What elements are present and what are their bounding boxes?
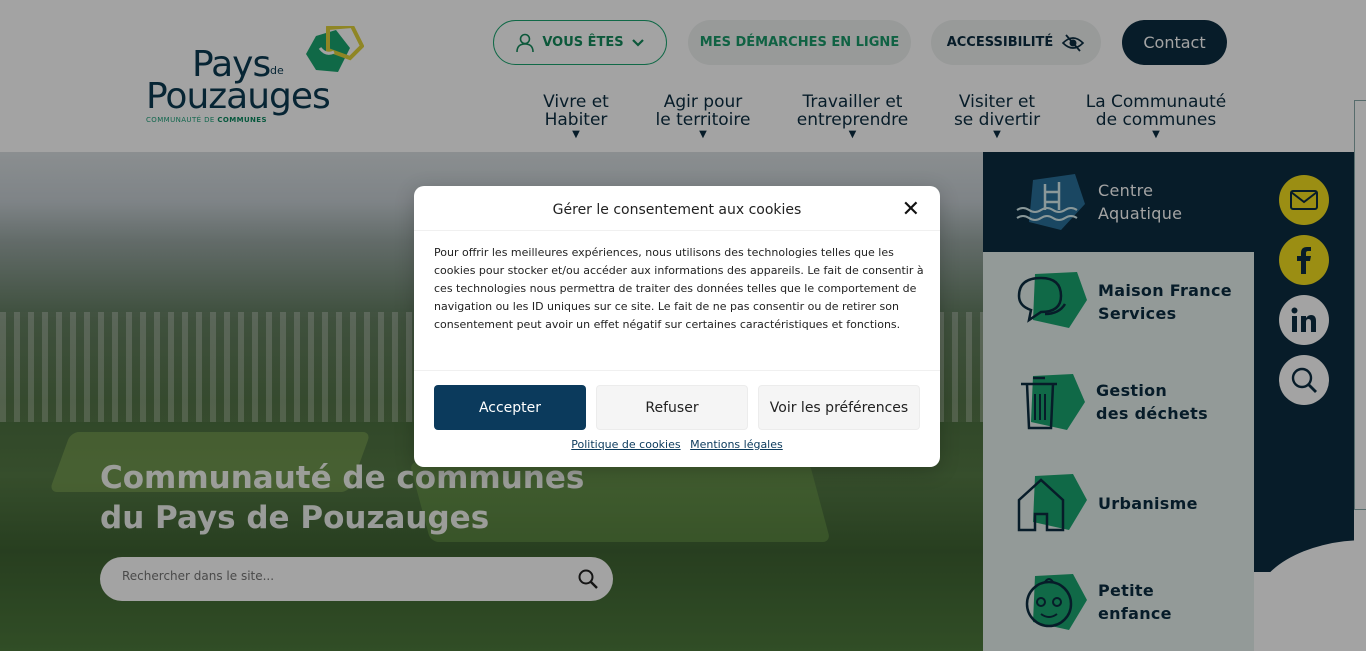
cookie-policy-link[interactable]: Politique de cookies bbox=[571, 438, 680, 451]
preferences-button[interactable]: Voir les préférences bbox=[758, 385, 920, 430]
close-icon[interactable]: ✕ bbox=[902, 199, 920, 221]
refuse-button[interactable]: Refuser bbox=[596, 385, 748, 430]
legal-notice-link[interactable]: Mentions légales bbox=[690, 438, 783, 451]
dialog-title: Gérer le consentement aux cookies bbox=[552, 202, 802, 218]
cookie-consent-dialog: Gérer le consentement aux cookies ✕ Pour… bbox=[414, 186, 940, 467]
divider bbox=[414, 370, 940, 371]
dialog-body-text: Pour offrir les meilleures expériences, … bbox=[434, 246, 924, 331]
accept-button[interactable]: Accepter bbox=[434, 385, 586, 430]
divider bbox=[414, 230, 940, 231]
dialog-links: Politique de cookies Mentions légales bbox=[414, 438, 940, 451]
